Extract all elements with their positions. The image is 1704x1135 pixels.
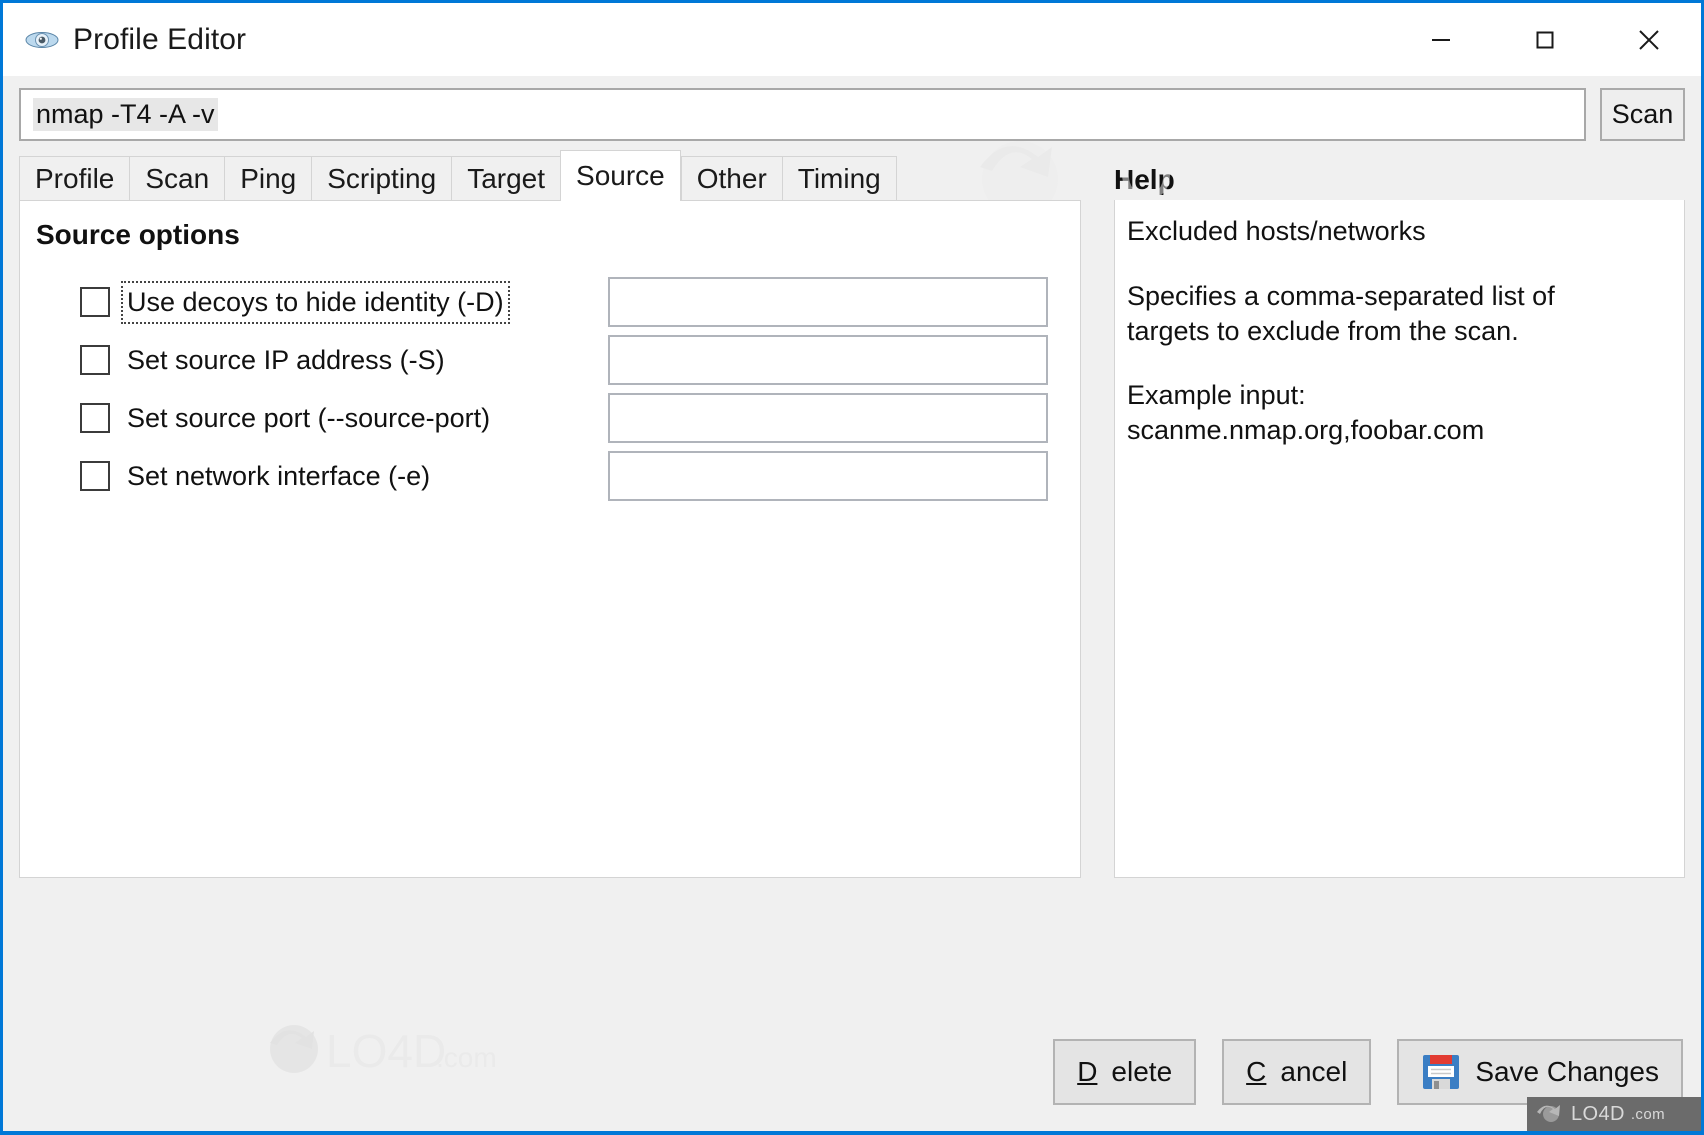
delete-accel: D	[1077, 1056, 1098, 1087]
help-spacer	[1127, 249, 1670, 279]
floppy-disk-icon	[1423, 1055, 1460, 1089]
label-set-network-interface[interactable]: Set network interface (-e)	[124, 458, 433, 495]
nmap-command-value: nmap -T4 -A -v	[33, 98, 218, 131]
group-title: Source options	[36, 219, 240, 250]
footer-bar: Delete Cancel Save Changes	[3, 1013, 1701, 1131]
option-row-decoys: Use decoys to hide identity (-D)	[80, 273, 1080, 331]
checkbox-set-network-interface[interactable]	[80, 461, 110, 491]
delete-button[interactable]: Delete	[1053, 1039, 1197, 1105]
checkbox-use-decoys[interactable]	[80, 287, 110, 317]
source-options-list: Use decoys to hide identity (-D) Set sou…	[20, 273, 1080, 505]
save-changes-button[interactable]: Save Changes	[1397, 1039, 1683, 1105]
delete-rest: elete	[1111, 1056, 1173, 1087]
watermark-badge-suffix: .com	[1630, 1105, 1665, 1123]
option-row-source-ip: Set source IP address (-S)	[80, 331, 1080, 389]
editor-body: Profile Scan Ping Scripting Target Sourc…	[3, 149, 1701, 1077]
help-title: Help	[1114, 164, 1175, 195]
input-set-source-ip[interactable]	[608, 335, 1048, 385]
tab-target[interactable]: Target	[451, 156, 561, 200]
help-body-line-2: targets to exclude from the scan.	[1127, 315, 1519, 346]
watermark-badge: LO4D .com	[1527, 1097, 1701, 1131]
command-bar: nmap -T4 -A -v Scan	[3, 76, 1701, 149]
lo4d-logo-icon	[1537, 1105, 1560, 1122]
close-button[interactable]	[1597, 3, 1701, 76]
source-tab-panel: Source options Use decoys to hide identi…	[19, 200, 1081, 1077]
minimize-button[interactable]	[1389, 3, 1493, 76]
title-bar: Profile Editor	[3, 3, 1701, 76]
help-pane: Help Excluded hosts/networks Specifies a…	[1081, 149, 1685, 879]
tab-scan[interactable]: Scan	[129, 156, 225, 200]
label-use-decoys[interactable]: Use decoys to hide identity (-D)	[121, 280, 510, 324]
option-check-cell: Set network interface (-e)	[80, 458, 608, 495]
help-example-label: Example input:	[1127, 380, 1306, 411]
cancel-rest: ancel	[1280, 1056, 1348, 1087]
checkbox-set-source-port[interactable]	[80, 403, 110, 433]
option-row-network-interface: Set network interface (-e)	[80, 447, 1080, 505]
label-set-source-port[interactable]: Set source port (--source-port)	[124, 400, 493, 437]
option-check-cell: Set source IP address (-S)	[80, 342, 608, 379]
help-example-value: scanme.nmap.org,foobar.com	[1127, 415, 1485, 446]
option-check-cell: Set source port (--source-port)	[80, 400, 608, 437]
help-content: Excluded hosts/networks Specifies a comm…	[1114, 200, 1685, 878]
title-bar-left: Profile Editor	[3, 23, 1389, 57]
tab-strip: Profile Scan Ping Scripting Target Sourc…	[19, 149, 1081, 201]
option-row-source-port: Set source port (--source-port)	[80, 389, 1080, 447]
input-set-network-interface[interactable]	[608, 451, 1048, 501]
maximize-button[interactable]	[1493, 3, 1597, 76]
scan-button[interactable]: Scan	[1600, 88, 1685, 141]
zenmap-eye-icon	[25, 31, 59, 48]
nmap-command-input[interactable]: nmap -T4 -A -v	[19, 88, 1586, 141]
option-check-cell: Use decoys to hide identity (-D)	[80, 280, 608, 324]
tab-timing[interactable]: Timing	[781, 156, 897, 200]
cancel-button[interactable]: Cancel	[1222, 1039, 1372, 1105]
maximize-icon	[1536, 31, 1554, 48]
options-pane: Profile Scan Ping Scripting Target Sourc…	[19, 149, 1081, 1077]
help-heading: Excluded hosts/networks	[1127, 216, 1426, 246]
help-body-line-1: Specifies a comma-separated list of	[1127, 280, 1555, 311]
input-use-decoys[interactable]	[608, 277, 1048, 327]
watermark-badge-text: LO4D	[1571, 1102, 1625, 1125]
checkbox-set-source-ip[interactable]	[80, 345, 110, 375]
cancel-accel: C	[1246, 1056, 1267, 1087]
minimize-icon	[1432, 38, 1450, 41]
tab-other[interactable]: Other	[680, 156, 782, 200]
window-title: Profile Editor	[73, 22, 247, 56]
input-set-source-port[interactable]	[608, 393, 1048, 443]
help-spacer	[1127, 348, 1670, 378]
tab-source[interactable]: Source	[560, 150, 681, 201]
label-set-source-ip[interactable]: Set source IP address (-S)	[124, 342, 448, 379]
tab-ping[interactable]: Ping	[224, 156, 312, 200]
profile-editor-window: Profile Editor nmap -T4 -A -v Scan Profi…	[0, 0, 1704, 1135]
save-changes-label: Save Changes	[1475, 1056, 1659, 1087]
tab-scripting[interactable]: Scripting	[311, 156, 452, 200]
tab-profile[interactable]: Profile	[19, 156, 130, 200]
close-icon	[1639, 29, 1659, 50]
